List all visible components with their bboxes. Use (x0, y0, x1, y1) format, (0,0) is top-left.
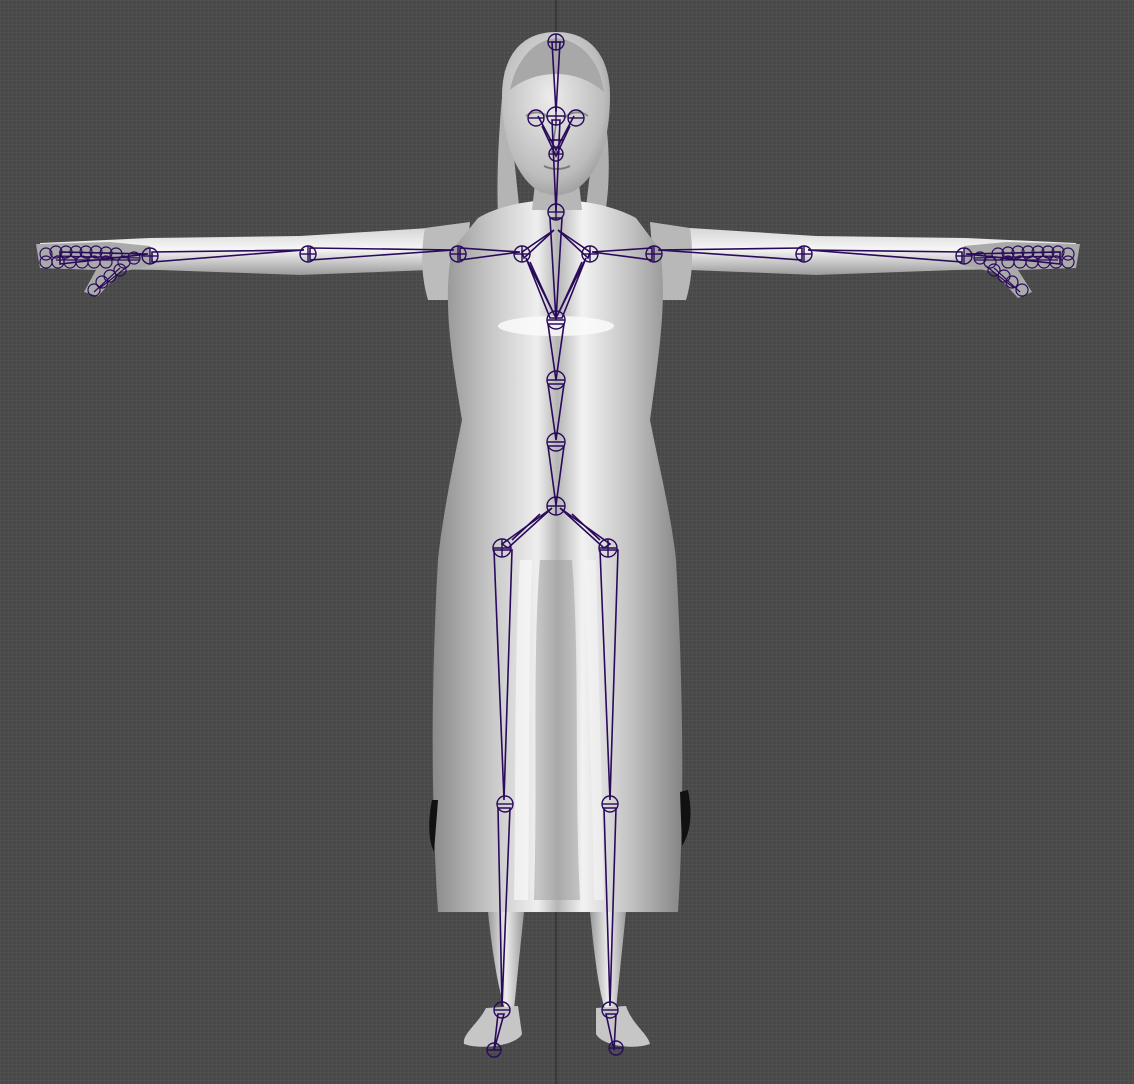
joint-elbow-right[interactable] (795, 245, 813, 263)
joint-wrist-right[interactable] (955, 247, 973, 265)
joint-shoulder-right[interactable] (645, 245, 663, 263)
joint-hip-right[interactable] (598, 538, 618, 558)
joint-elbow-left[interactable] (299, 245, 317, 263)
joint-wrist-left[interactable] (141, 247, 159, 265)
joint-pelvis[interactable] (546, 496, 566, 516)
joint-clavicle-left[interactable] (513, 245, 531, 263)
viewport-3d[interactable] (0, 0, 1134, 1084)
joint-neck[interactable] (547, 203, 565, 221)
joint-shoulder-left[interactable] (449, 245, 467, 263)
joint-hip-left[interactable] (492, 538, 512, 558)
joint-head[interactable] (546, 106, 566, 126)
viewport-canvas[interactable] (0, 0, 1134, 1084)
joint-clavicle-right[interactable] (581, 245, 599, 263)
joint-head-top[interactable] (547, 33, 565, 51)
